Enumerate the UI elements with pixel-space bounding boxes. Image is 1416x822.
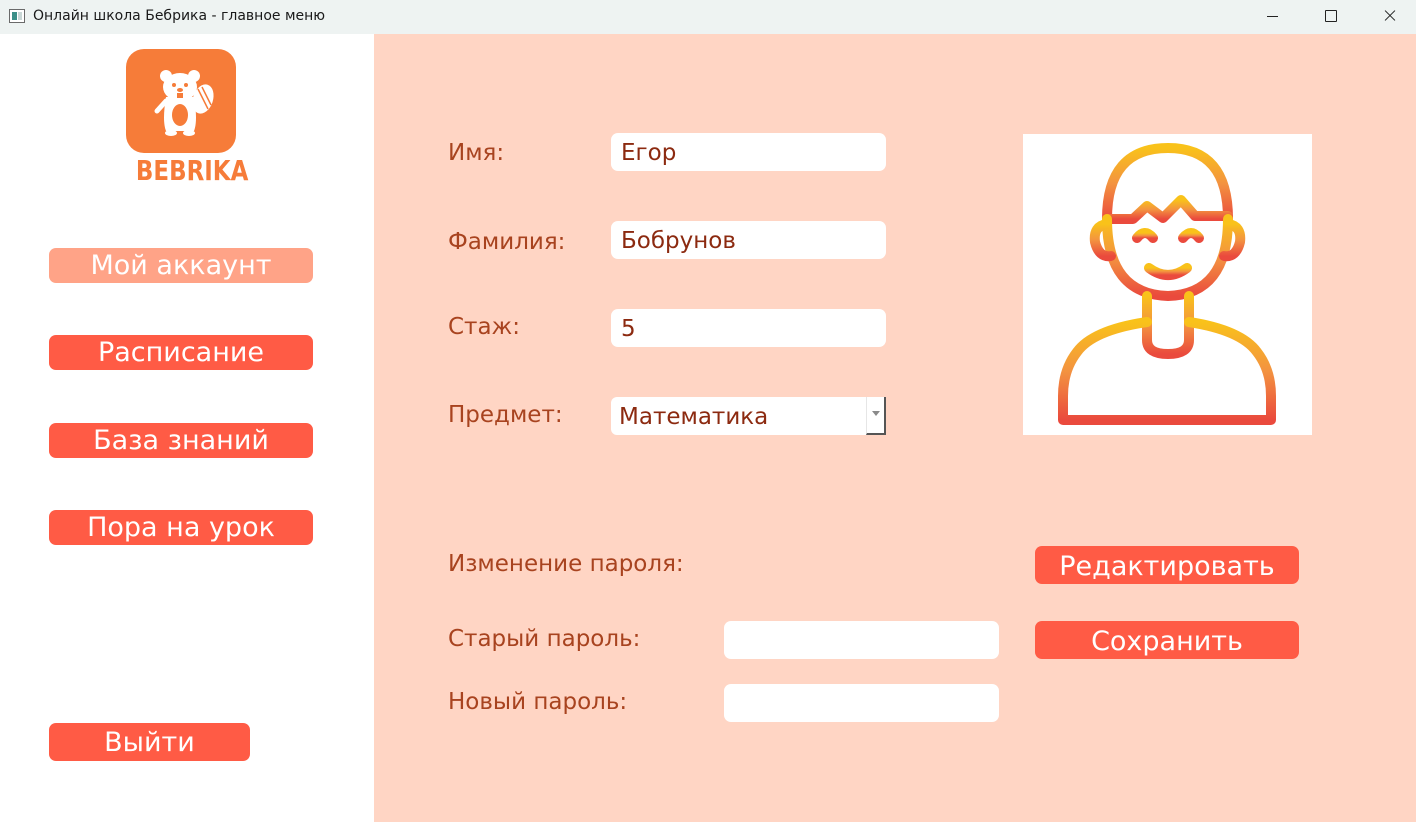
subject-label: Предмет: (448, 402, 563, 428)
experience-label: Стаж: (448, 314, 521, 340)
dropdown-button[interactable] (866, 397, 886, 435)
save-button[interactable]: Сохранить (1035, 621, 1299, 659)
sidebar: BEBRIKA Мой аккаунт Расписание База знан… (0, 34, 374, 822)
surname-label: Фамилия: (448, 229, 566, 255)
logo-text: BEBRIKA (135, 154, 249, 187)
name-label: Имя: (448, 140, 505, 166)
password-change-label: Изменение пароля: (448, 551, 684, 577)
app-icon (9, 9, 25, 23)
beaver-logo-icon (126, 49, 236, 153)
knowledge-base-button[interactable]: База знаний (49, 423, 313, 458)
my-account-button[interactable]: Мой аккаунт (49, 248, 313, 283)
surname-field[interactable]: Бобрунов (611, 221, 886, 259)
name-field[interactable]: Егор (611, 133, 886, 171)
subject-select-value: Математика (619, 404, 769, 430)
account-panel: Имя: Егор Фамилия: Бобрунов Стаж: 5 Пред… (374, 34, 1416, 822)
schedule-button[interactable]: Расписание (49, 335, 313, 370)
window-title: Онлайн школа Бебрика - главное меню (33, 8, 326, 24)
user-avatar-icon (1023, 134, 1312, 435)
maximize-icon[interactable] (1301, 0, 1359, 34)
experience-field[interactable]: 5 (611, 309, 886, 347)
lesson-time-button[interactable]: Пора на урок (49, 510, 313, 545)
chevron-down-icon (872, 411, 880, 416)
new-password-field[interactable] (724, 684, 999, 722)
edit-button[interactable]: Редактировать (1035, 546, 1299, 584)
close-icon[interactable] (1359, 0, 1416, 34)
old-password-label: Старый пароль: (448, 626, 641, 652)
title-bar: Онлайн школа Бебрика - главное меню (0, 0, 1416, 34)
minimize-icon[interactable] (1243, 0, 1301, 34)
exit-button[interactable]: Выйти (49, 723, 250, 761)
old-password-field[interactable] (724, 621, 999, 659)
subject-select[interactable]: Математика (611, 397, 886, 435)
new-password-label: Новый пароль: (448, 689, 628, 715)
